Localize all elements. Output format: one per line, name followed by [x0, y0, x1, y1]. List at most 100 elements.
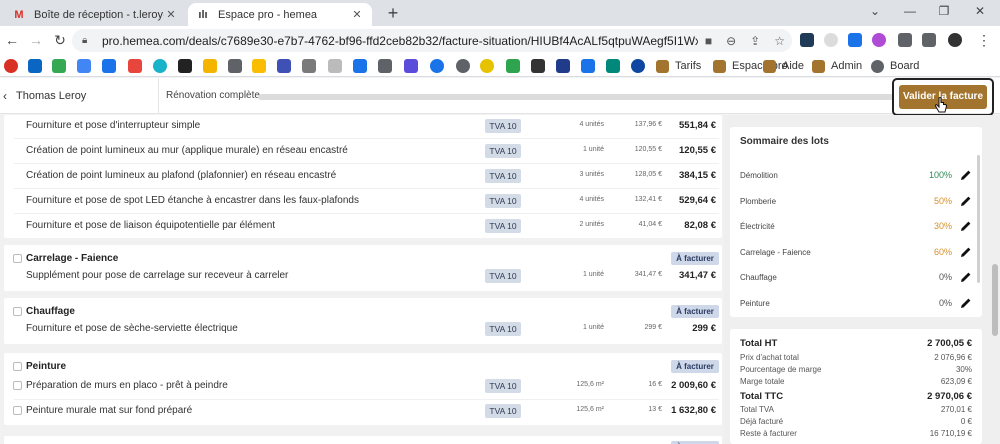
- tva-badge[interactable]: TVA 10: [485, 144, 521, 158]
- close-tab-icon[interactable]: ✕: [350, 8, 364, 21]
- bookmark-icon[interactable]: [353, 59, 367, 73]
- invoice-line[interactable]: Fourniture et pose d'interrupteur simple…: [4, 115, 722, 138]
- lot-checkbox[interactable]: [13, 307, 22, 316]
- bookmark-icon[interactable]: [4, 59, 18, 73]
- invoice-line[interactable]: Fourniture et pose de liaison équipotent…: [4, 214, 722, 238]
- bookmark-icon[interactable]: [102, 59, 116, 73]
- drive-icon[interactable]: [52, 59, 66, 73]
- new-tab-button[interactable]: +: [384, 3, 402, 23]
- restore-icon[interactable]: ❐: [934, 4, 954, 18]
- invoice-line[interactable]: Création de point lumineux au mur (appli…: [4, 139, 722, 163]
- page-scrollbar[interactable]: [992, 264, 998, 336]
- bookmark-icon[interactable]: [404, 59, 418, 73]
- tva-badge[interactable]: TVA 10: [485, 219, 521, 233]
- bookmark-board[interactable]: Board: [871, 58, 919, 74]
- tab-espace-pro[interactable]: ılı Espace pro - hemea ✕: [188, 3, 372, 26]
- share-icon[interactable]: ⇪: [750, 34, 760, 48]
- client-name[interactable]: Thomas Leroy: [16, 90, 86, 102]
- menu-icon[interactable]: ⋮: [976, 32, 992, 48]
- hemea-icon: [656, 59, 669, 73]
- invoice-line[interactable]: Supplément pour pose de carrelage sur re…: [4, 264, 722, 288]
- tva-badge[interactable]: TVA 10: [485, 379, 521, 393]
- pencil-icon[interactable]: [960, 271, 972, 283]
- bookmark-icon[interactable]: [430, 59, 444, 73]
- bookmark-star-icon[interactable]: ☆: [774, 34, 785, 48]
- pencil-icon[interactable]: [960, 297, 972, 309]
- bookmark-aide[interactable]: Aide: [763, 58, 804, 74]
- close-window-icon[interactable]: ✕: [970, 4, 990, 18]
- lot-card-carrelage: Carrelage - Faience À facturer Supplémen…: [4, 245, 722, 291]
- line-total: 82,08 €: [684, 220, 716, 231]
- bookmark-icon[interactable]: [506, 59, 520, 73]
- invoice-lines-panel: Fourniture et pose d'interrupteur simple…: [0, 115, 724, 444]
- extension-icon[interactable]: [872, 33, 886, 47]
- lot-checkbox[interactable]: [13, 254, 22, 263]
- chevron-left-icon[interactable]: ‹: [3, 89, 7, 103]
- bookmark-tarifs[interactable]: Tarifs: [656, 58, 701, 74]
- bolt-icon[interactable]: [252, 59, 266, 73]
- purchase-price-value: 2 076,96 €: [934, 353, 972, 362]
- bookmark-admin[interactable]: Admin: [812, 58, 862, 74]
- invoice-line[interactable]: Fourniture et pose de sèche-serviette él…: [4, 317, 722, 341]
- vimeo-extension-icon[interactable]: [848, 33, 862, 47]
- tva-badge[interactable]: TVA 10: [485, 404, 521, 418]
- close-tab-icon[interactable]: ✕: [164, 8, 178, 21]
- hand-cursor-icon: [934, 97, 948, 113]
- forward-arrow-icon[interactable]: →: [28, 32, 44, 48]
- tab-search-icon[interactable]: ⌄: [865, 4, 885, 18]
- bookmark-icon[interactable]: [228, 59, 242, 73]
- app-header: ‹ Thomas Leroy Rénovation complète: [0, 78, 1000, 114]
- bookmark-icon[interactable]: [581, 59, 595, 73]
- summary-scrollbar[interactable]: [977, 155, 980, 283]
- bookmark-icon[interactable]: [556, 59, 570, 73]
- zoom-icon[interactable]: ⊖: [726, 34, 736, 48]
- extension-icon[interactable]: [800, 33, 814, 47]
- line-checkbox[interactable]: [13, 381, 22, 390]
- extension-icon[interactable]: [824, 33, 838, 47]
- minimize-icon[interactable]: —: [900, 4, 920, 18]
- reload-icon[interactable]: ↻: [52, 32, 68, 48]
- bell-icon[interactable]: [203, 59, 217, 73]
- car-icon[interactable]: [277, 59, 291, 73]
- bookmark-icon[interactable]: [153, 59, 167, 73]
- tva-badge[interactable]: TVA 10: [485, 322, 521, 336]
- pencil-icon[interactable]: [960, 246, 972, 258]
- bookmark-icon[interactable]: [128, 59, 142, 73]
- bookmark-icon[interactable]: [328, 59, 342, 73]
- bookmark-icon[interactable]: [378, 59, 392, 73]
- invoice-line[interactable]: Fourniture et pose de spot LED étanche à…: [4, 189, 722, 213]
- bookmark-icon[interactable]: [456, 59, 470, 73]
- tva-badge[interactable]: TVA 10: [485, 119, 521, 133]
- linkedin-icon[interactable]: [28, 59, 42, 73]
- tab-gmail[interactable]: M Boîte de réception - t.leroy@hem ✕: [4, 3, 186, 26]
- tva-badge[interactable]: TVA 10: [485, 269, 521, 283]
- lot-checkbox[interactable]: [13, 362, 22, 371]
- invoice-line[interactable]: Peinture murale mat sur fond préparé TVA…: [4, 399, 722, 423]
- line-label: Supplément pour pose de carrelage sur re…: [26, 270, 289, 281]
- bookmark-icon[interactable]: [531, 59, 545, 73]
- lots-summary-card: Sommaire des lots Démolition 100% Plomberi…: [730, 127, 982, 317]
- bookmark-icon[interactable]: [631, 59, 645, 73]
- puzzle-icon[interactable]: [898, 33, 912, 47]
- back-arrow-icon[interactable]: ←: [4, 32, 20, 48]
- bookmark-icon[interactable]: [606, 59, 620, 73]
- bookmark-icon[interactable]: [178, 59, 192, 73]
- pencil-icon[interactable]: [960, 169, 972, 181]
- bookmark-icon[interactable]: [77, 59, 91, 73]
- line-checkbox[interactable]: [13, 406, 22, 415]
- bookmark-icon[interactable]: [302, 59, 316, 73]
- avatar[interactable]: [948, 33, 962, 47]
- line-label: Fourniture et pose de liaison équipotent…: [26, 220, 276, 231]
- bookmark-icon[interactable]: [480, 59, 494, 73]
- invoice-line[interactable]: Préparation de murs en placo - prêt à pe…: [4, 374, 722, 398]
- pencil-icon[interactable]: [960, 220, 972, 232]
- invoice-line[interactable]: Création de point lumineux au plafond (p…: [4, 164, 722, 188]
- browser-tab-strip: M Boîte de réception - t.leroy@hem ✕ ılı…: [0, 0, 1000, 26]
- tva-badge[interactable]: TVA 10: [485, 194, 521, 208]
- address-bar[interactable]: 🔒︎ pro.hemea.com/deals/c7689e30-e7b7-476…: [72, 29, 792, 52]
- pencil-icon[interactable]: [960, 195, 972, 207]
- sidebar-icon[interactable]: [922, 33, 936, 47]
- tva-badge[interactable]: TVA 10: [485, 169, 521, 183]
- camera-icon[interactable]: ■: [705, 34, 712, 48]
- progress-bar: [258, 94, 894, 100]
